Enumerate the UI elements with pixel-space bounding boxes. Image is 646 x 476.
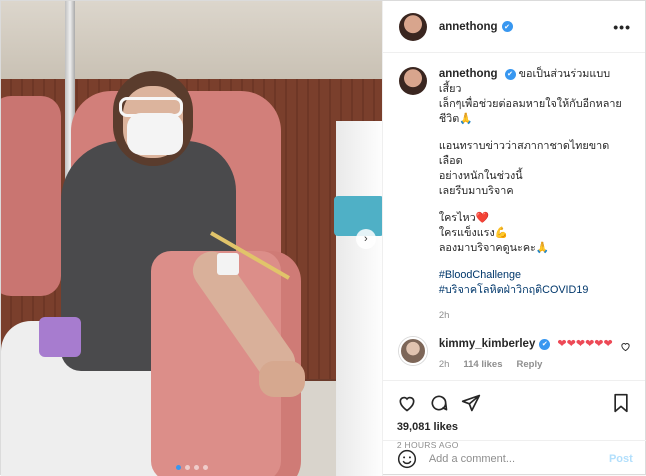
bookmark-icon[interactable]: [611, 393, 631, 413]
reply-button[interactable]: Reply: [517, 359, 543, 370]
comment-input[interactable]: [428, 452, 609, 465]
comment-time: 2h: [438, 359, 450, 370]
carousel-dot[interactable]: [185, 465, 190, 470]
chevron-right-icon[interactable]: ›: [355, 229, 376, 249]
medical-machine: [336, 121, 382, 476]
commenter-avatar[interactable]: [398, 337, 427, 365]
comment-icon[interactable]: [429, 393, 449, 413]
add-comment-bar: Post: [382, 440, 646, 476]
carousel-dot[interactable]: [176, 465, 181, 470]
hashtag-link[interactable]: #BloodChallenge: [439, 268, 631, 283]
caption: annethong ✔ ขอเป็นส่วนร่วมแบบเสี้ยว เล็กๆ…: [398, 67, 631, 323]
bandage: [217, 253, 239, 275]
caption-line-3: ชีวิต🙏: [438, 113, 473, 125]
author-username[interactable]: annethong: [439, 21, 498, 33]
post-header: annethong ✔ •••: [382, 1, 645, 53]
comment-meta: 2h 114 likes Reply: [439, 359, 620, 370]
carousel-dots: [1, 465, 382, 470]
caption-time: 2h: [438, 310, 450, 321]
comments-section: annethong ✔ ขอเป็นส่วนร่วมแบบเสี้ยว เล็กๆ…: [383, 53, 645, 380]
post-sidebar: annethong ✔ ••• annethong ✔ ขอเป็นส่วนร่ว…: [381, 1, 646, 476]
heart-icon[interactable]: [397, 393, 417, 413]
verified-badge-icon: ✔: [501, 21, 513, 32]
smiley-icon[interactable]: [397, 449, 417, 469]
comment-likes[interactable]: 114 likes: [463, 359, 502, 370]
hand: [259, 361, 305, 397]
comment: kimmy_kimberley ✔ ❤❤❤❤❤❤ 2h 114 likes Rep…: [398, 337, 631, 370]
more-dots-icon[interactable]: •••: [613, 19, 631, 35]
caption-p3-line-3: ลองมาบริจาคดูนะคะ🙏: [438, 242, 550, 254]
chair-left: [1, 96, 61, 296]
verified-badge-icon: ✔: [539, 338, 551, 350]
purple-device: [39, 317, 81, 357]
caption-username[interactable]: annethong: [439, 68, 498, 80]
carousel-dot[interactable]: [194, 465, 199, 470]
next-glyph: ›: [363, 233, 368, 245]
comment-body: kimmy_kimberley ✔ ❤❤❤❤❤❤ 2h 114 likes Rep…: [439, 337, 620, 370]
wall-top: [1, 1, 382, 79]
caption-p2-line-1: แอนทราบข่าวว่าสภากาชาดไทยขาดเลือด: [438, 140, 610, 167]
blue-tray: [334, 196, 382, 236]
author-avatar[interactable]: [398, 12, 427, 41]
post-image[interactable]: ›: [1, 1, 382, 476]
commenter-username[interactable]: kimmy_kimberley: [439, 338, 536, 350]
instagram-post: › annethong ✔ ••• annethong ✔ ขอเป็นส่วนร…: [0, 0, 646, 476]
caption-line-2: เล็กๆเพื่อช่วยต่อลมหายใจให้กับอีกหลาย: [438, 98, 622, 110]
caption-text: annethong ✔ ขอเป็นส่วนร่วมแบบเสี้ยว เล็กๆ…: [439, 67, 631, 323]
comment-heart-icon[interactable]: [620, 341, 631, 352]
face-mask: [127, 113, 183, 155]
caption-p2-line-2: อย่างหนักในช่วงนี้: [438, 170, 523, 182]
caption-avatar[interactable]: [398, 67, 427, 95]
post-button[interactable]: Post: [609, 453, 633, 465]
share-icon[interactable]: [461, 393, 481, 413]
hashtag-link[interactable]: #บริจาคโลหิตฝ่าวิกฤติCOVID19: [439, 283, 631, 298]
action-icons: [397, 389, 631, 417]
likes-count[interactable]: 39,081 likes: [397, 421, 631, 433]
comment-text: ❤❤❤❤❤❤: [557, 338, 613, 350]
caption-line: annethong ✔ ขอเป็นส่วนร่วมแบบเสี้ยว: [439, 67, 631, 97]
carousel-dot[interactable]: [203, 465, 208, 470]
caption-p3-line-1: ใครไหว❤️: [438, 212, 490, 224]
caption-p2-line-3: เลยรีบมาบริจาค: [438, 185, 514, 197]
verified-badge-icon: ✔: [504, 68, 516, 80]
caption-p3-line-2: ใครแข็งแรง💪: [438, 227, 509, 239]
